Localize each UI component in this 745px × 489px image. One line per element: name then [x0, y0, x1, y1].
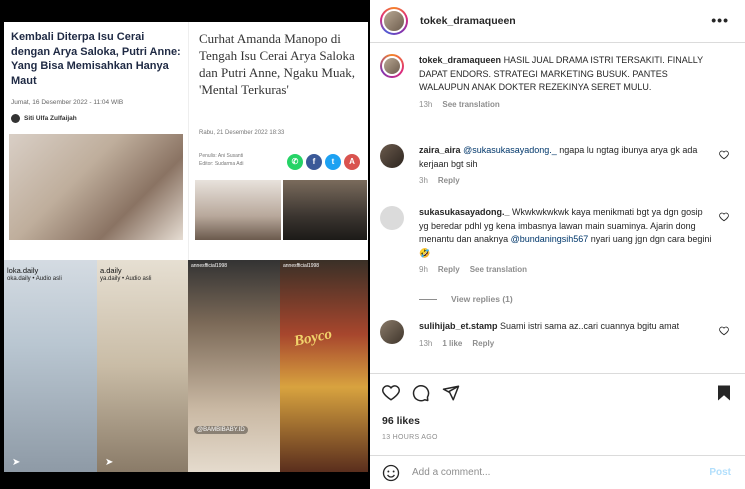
caption-time: 13h [419, 99, 433, 109]
caption-username[interactable]: tokek_dramaqueen [419, 55, 501, 65]
article-1-date: Jumat, 16 Desember 2022 - 11:04 WIB [11, 99, 124, 106]
caption: tokek_dramaqueen HASIL JUAL DRAMA ISTRI … [380, 54, 735, 109]
add-comment-input[interactable]: Add a comment... [412, 467, 490, 478]
commenter-avatar[interactable] [380, 144, 404, 168]
post-actions: 96 likes 13 HOURS AGO [370, 373, 745, 453]
tile-3-account: annesfficial1998 [191, 263, 228, 269]
view-replies-button[interactable]: View replies (1) [419, 294, 513, 304]
article-2-photo-right [283, 180, 367, 240]
comment-text: ngapa lu ngtag ibunya arya gk ada kerjaa… [419, 145, 698, 169]
like-heart-icon[interactable] [382, 384, 400, 402]
likes-count[interactable]: 96 likes [382, 415, 420, 427]
like-heart-icon[interactable] [719, 326, 729, 336]
instagram-post-view: Kembali Diterpa Isu Cerai dengan Arya Sa… [0, 0, 745, 489]
tile-2-account: a.daily [100, 266, 122, 275]
news-article-2: Curhat Amanda Manopo di Tengah Isu Cerai… [188, 22, 368, 260]
comment-bubble-icon[interactable] [412, 384, 430, 402]
send-icon: ➤ [12, 457, 21, 468]
facebook-icon: f [306, 154, 322, 170]
reply-button[interactable]: Reply [438, 265, 460, 274]
comment-item: zaira_aira @sukasukasayadong._ ngapa lu … [380, 144, 735, 185]
comment-like-count[interactable]: 1 like [442, 339, 462, 348]
article-2-title: Curhat Amanda Manopo di Tengah Isu Cerai… [199, 31, 355, 97]
reply-button[interactable]: Reply [472, 339, 494, 348]
story-screenshot-1: annesfficial1998 @BAMBIBABY.ID [188, 260, 280, 472]
article-1-author: Siti Ulfa Zulfaijah [11, 114, 77, 123]
twitter-icon: t [325, 154, 341, 170]
comment-username[interactable]: sukasukasayadong._ [419, 207, 510, 217]
like-heart-icon[interactable] [719, 150, 729, 160]
author-username[interactable]: tokek_dramaqueen [420, 15, 516, 27]
reel-screenshot-2: a.daily ya.daily • Audio asli ➤ [97, 260, 188, 472]
comment-mention[interactable]: @sukasukasayadong._ [463, 145, 557, 155]
comment-username[interactable]: sulihijab_et.stamp [419, 321, 498, 331]
post-media[interactable]: Kembali Diterpa Isu Cerai dengan Arya Sa… [0, 0, 370, 489]
caption-avatar[interactable] [380, 54, 404, 78]
comment-time: 13h [419, 338, 433, 348]
emoji-icon[interactable] [382, 464, 400, 482]
post-time-ago: 13 HOURS AGO [382, 434, 438, 441]
article-1-author-name: Siti Ulfa Zulfaijah [24, 115, 77, 122]
tile-1-account: loka.daily [7, 266, 39, 275]
comment-time: 9h [419, 265, 428, 274]
replies-line-icon [419, 298, 437, 300]
author-avatar-icon [11, 114, 20, 123]
save-bookmark-icon[interactable] [715, 384, 733, 402]
like-heart-icon[interactable] [719, 212, 729, 222]
see-translation-link[interactable]: See translation [442, 100, 499, 109]
author-avatar[interactable] [380, 7, 408, 35]
tile-2-sub: ya.daily • Audio asli [100, 276, 152, 282]
article-1-title: Kembali Diterpa Isu Cerai dengan Arya Sa… [11, 31, 181, 87]
font-size-icon: A [344, 154, 360, 170]
post-side-panel: tokek_dramaqueen ••• tokek_dramaqueen HA… [370, 0, 745, 489]
comment-item: sukasukasayadong._ Wkwkwkwkwk kaya menik… [380, 206, 735, 274]
article-2-date: Rabu, 21 Desember 2022 18:33 [199, 130, 285, 136]
comment-username[interactable]: zaira_aira [419, 145, 461, 155]
comment-time: 3h [419, 176, 428, 185]
article-2-meta: Penulis: Ani Susanti Editor: Sudarma Adi [199, 152, 243, 168]
post-comment-button[interactable]: Post [709, 467, 731, 478]
video-screenshot-grid: loka.daily oka.daily • Audio asli ➤ a.dai… [4, 260, 368, 472]
tile-1-sub: oka.daily • Audio asli [7, 276, 62, 282]
tile-4-account: annesfficial1998 [283, 263, 320, 269]
comment-item: sulihijab_et.stamp Suami istri sama az..… [380, 320, 735, 348]
tile-4-brand: Boyco [292, 326, 334, 350]
post-header: tokek_dramaqueen ••• [370, 0, 745, 43]
reel-screenshot-1: loka.daily oka.daily • Audio asli ➤ [4, 260, 97, 472]
send-icon: ➤ [105, 457, 114, 468]
comments-list[interactable]: tokek_dramaqueen HASIL JUAL DRAMA ISTRI … [370, 44, 745, 372]
article-2-photo-left [195, 180, 281, 240]
post-image-collage: Kembali Diterpa Isu Cerai dengan Arya Sa… [4, 22, 368, 472]
comment-text: Suami istri sama az..cari cuannya bgitu … [497, 321, 680, 331]
see-translation-link[interactable]: See translation [470, 265, 527, 274]
reply-button[interactable]: Reply [438, 176, 460, 185]
view-replies-label: View replies (1) [451, 294, 513, 304]
news-article-1: Kembali Diterpa Isu Cerai dengan Arya Sa… [4, 22, 188, 260]
whatsapp-icon: ✆ [287, 154, 303, 170]
story-screenshot-2: annesfficial1998 Boyco [280, 260, 368, 472]
article-1-photo [9, 134, 183, 240]
article-2-editor: Editor: Sudarma Adi [199, 161, 244, 167]
more-options-icon[interactable]: ••• [711, 12, 729, 28]
comment-mention[interactable]: @bundaningsih567 [511, 234, 589, 244]
article-2-writer: Penulis: Ani Susanti [199, 153, 244, 159]
share-send-icon[interactable] [442, 384, 460, 402]
commenter-avatar[interactable] [380, 206, 404, 230]
tile-3-watermark: @BAMBIBABY.ID [194, 426, 248, 434]
article-2-share-icons: ✆ f t A [287, 154, 360, 170]
add-comment-bar: Add a comment... Post [370, 455, 745, 489]
commenter-avatar[interactable] [380, 320, 404, 344]
